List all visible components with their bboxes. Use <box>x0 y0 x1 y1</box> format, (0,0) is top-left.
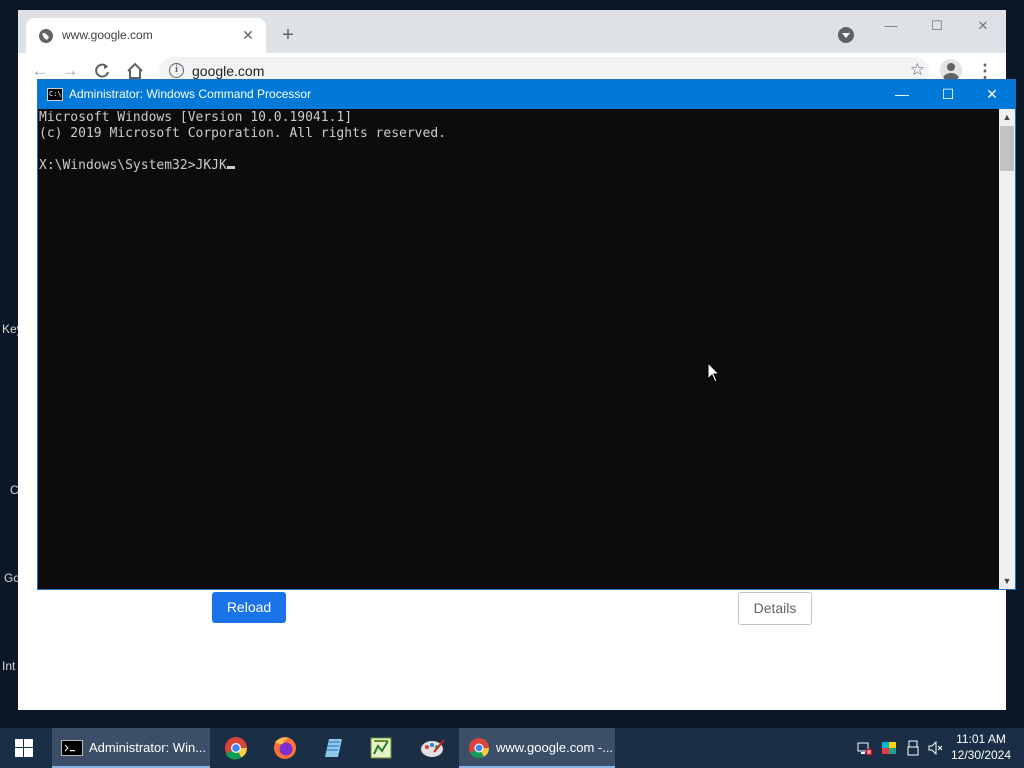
cmd-maximize-icon[interactable]: ☐ <box>925 80 971 109</box>
console-prompt-line[interactable]: X:\Windows\System32>JKJK <box>39 158 999 174</box>
chrome-icon[interactable] <box>212 728 260 768</box>
browser-tab[interactable]: www.google.com ✕ <box>26 18 266 53</box>
globe-icon <box>39 29 53 43</box>
cmd-window-title: Administrator: Windows Command Processor <box>69 87 312 101</box>
details-button[interactable]: Details <box>738 592 812 625</box>
home-icon[interactable] <box>125 61 145 81</box>
reload-button[interactable]: Reload <box>212 592 286 623</box>
clock-date: 12/30/2024 <box>950 748 1012 762</box>
chrome-maximize-icon[interactable]: ☐ <box>922 16 952 36</box>
console-prompt-text: X:\Windows\System32>JKJK <box>39 158 227 173</box>
notepad-icon[interactable] <box>309 728 357 768</box>
cmd-icon-text: C:\ <box>49 90 62 98</box>
cmd-icon <box>61 740 83 756</box>
paint-icon[interactable] <box>408 728 456 768</box>
reload-icon[interactable] <box>92 61 112 81</box>
firefox-icon[interactable] <box>261 728 309 768</box>
volume-muted-icon[interactable] <box>928 740 944 756</box>
url-text: google.com <box>192 63 265 79</box>
scroll-down-icon[interactable]: ▼ <box>999 573 1015 589</box>
cmd-icon[interactable]: C:\ <box>47 88 63 101</box>
cmd-title-bar[interactable]: C:\ Administrator: Windows Command Proce… <box>38 80 1015 109</box>
clock-time: 11:01 AM <box>956 732 1006 746</box>
text-cursor <box>226 166 235 169</box>
taskbar-item-label: www.google.com -... <box>496 740 614 755</box>
taskbar: Administrator: Win... www.google.com -..… <box>0 728 1024 768</box>
profile-avatar-icon[interactable] <box>940 59 962 81</box>
console-line: (c) 2019 Microsoft Corporation. All righ… <box>39 126 446 141</box>
desktop-label-4: Int <box>2 659 16 673</box>
spreadsheet-icon[interactable] <box>357 728 405 768</box>
taskbar-item-cmd[interactable]: Administrator: Win... <box>52 728 210 768</box>
console-line: Microsoft Windows [Version 10.0.19041.1] <box>39 110 353 125</box>
scroll-thumb[interactable] <box>1000 126 1014 171</box>
scroll-up-icon[interactable]: ▲ <box>999 109 1015 125</box>
cmd-minimize-icon[interactable]: — <box>879 80 925 109</box>
taskbar-clock[interactable]: 11:01 AM 12/30/2024 <box>948 731 1014 763</box>
chrome-icon <box>469 738 489 758</box>
color-app-icon[interactable] <box>881 740 897 756</box>
new-tab-button[interactable]: + <box>276 24 300 48</box>
chrome-minimize-icon[interactable]: — <box>876 16 906 36</box>
tab-title: www.google.com <box>62 28 153 42</box>
chrome-tab-bar: www.google.com ✕ + — ☐ ✕ <box>18 10 1006 53</box>
windows-start-icon[interactable] <box>0 728 48 768</box>
cmd-window[interactable]: C:\ Administrator: Windows Command Proce… <box>37 79 1016 590</box>
tab-search-icon[interactable] <box>838 27 854 43</box>
taskbar-item-label: Administrator: Win... <box>89 740 207 755</box>
bookmark-star-icon[interactable]: ☆ <box>910 60 925 80</box>
site-info-icon[interactable]: i <box>169 63 184 78</box>
network-icon[interactable] <box>857 740 873 756</box>
taskbar-item-chrome[interactable]: www.google.com -... <box>459 728 615 768</box>
cmd-close-icon[interactable]: ✕ <box>969 80 1015 109</box>
vertical-scrollbar[interactable]: ▲ ▼ <box>999 109 1015 589</box>
usb-icon[interactable] <box>905 740 921 756</box>
chrome-close-icon[interactable]: ✕ <box>968 16 998 36</box>
mouse-pointer-icon <box>707 362 721 383</box>
tab-close-icon[interactable]: ✕ <box>238 25 258 45</box>
console-output[interactable]: Microsoft Windows [Version 10.0.19041.1]… <box>39 109 999 589</box>
